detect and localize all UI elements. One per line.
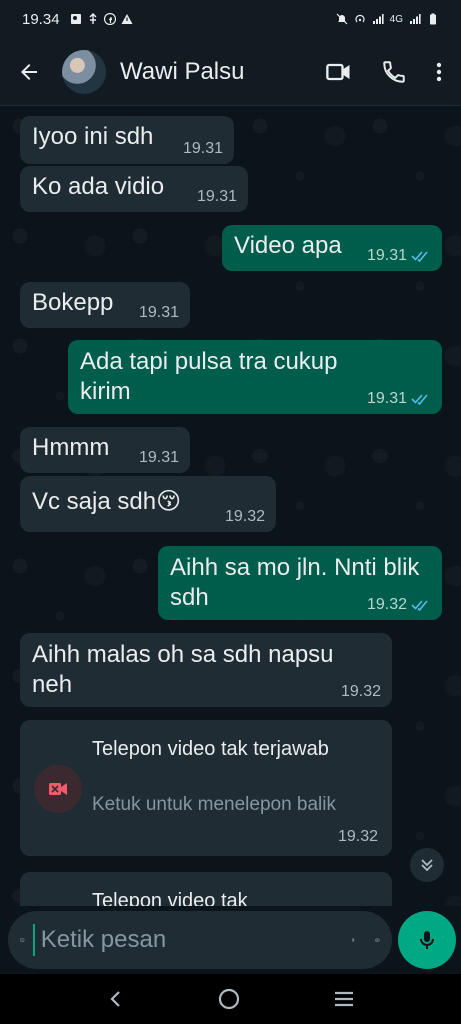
usb-icon [89,13,97,24]
contact-card-icon [70,14,81,24]
message-incoming[interactable]: Vc saja sdh😚 19.32 [20,476,276,532]
message-outgoing[interactable]: Video apa 19.31 [222,225,442,271]
signal-icon [372,14,384,24]
camera-icon[interactable] [375,926,380,954]
system-nav-bar [0,974,461,1024]
message-incoming[interactable]: Ko ada vidio 19.31 [20,166,248,212]
message-incoming[interactable]: Aihh malas oh sa sdh napsu neh 19.32 [20,633,392,707]
message-incoming[interactable]: Bokepp 19.31 [20,282,190,328]
chat-messages[interactable]: Iyoo ini sdh 19.31 Ko ada vidio 19.31 Vi… [0,106,461,906]
missed-video-call-card[interactable]: Telepon video tak terjawab Ketuk untuk m… [20,720,392,856]
chat-header: Wawi Palsu [0,38,461,106]
message-outgoing[interactable]: Aihh sa mo jln. Nnti blik sdh 19.32 [158,546,442,620]
message-time: 19.31 [138,304,179,321]
missed-video-call-card[interactable]: Telepon video tak [20,872,392,906]
video-call-icon[interactable] [325,58,353,86]
system-icons: 4G [336,13,439,25]
message-time: 19.32 [367,596,431,614]
microphone-icon [420,931,434,949]
call-subtitle: Ketuk untuk menelepon balik [92,794,336,815]
missed-video-call-icon [34,765,82,813]
back-button[interactable] [0,38,58,106]
notification-icons [70,13,133,25]
warning-icon [121,14,133,24]
read-receipt-icon [411,394,428,405]
message-time: 19.31 [367,390,431,408]
message-time: 19.31 [196,188,237,205]
nav-back-icon[interactable] [105,988,127,1010]
message-incoming[interactable]: Hmmm 19.31 [20,427,190,473]
avatar[interactable] [62,49,106,94]
battery-icon [430,13,436,25]
message-text: Ada tapi pulsa tra cukup kirim [80,348,338,405]
phone-icon[interactable] [381,59,407,85]
signal-icon [410,14,421,24]
nav-home-icon[interactable] [217,987,241,1011]
contact-name[interactable]: Wawi Palsu [120,58,244,86]
status-time: 19.34 [22,10,60,28]
sticker-icon[interactable] [20,926,25,954]
read-receipt-icon [411,251,428,262]
message-time: 19.32 [224,508,265,525]
attach-icon[interactable] [351,927,355,953]
message-time: 19.32 [340,683,381,700]
header-actions [325,58,461,86]
message-text: Aihh malas oh sa sdh napsu neh [32,641,334,698]
read-receipt-icon [411,600,428,611]
network-type: 4G [389,13,403,25]
hotspot-icon [355,14,365,23]
scroll-to-bottom-button[interactable] [410,848,444,882]
message-incoming[interactable]: Iyoo ini sdh 19.31 [20,116,234,164]
message-time: 19.31 [367,247,431,265]
call-title: Telepon video tak [92,890,248,906]
back-arrow-icon [21,63,37,80]
voice-message-button[interactable] [398,911,456,969]
message-time: 19.31 [182,140,223,157]
status-bar: 19.34 4G [0,0,461,38]
nav-recents-icon[interactable] [332,988,356,1010]
more-options-icon[interactable] [435,60,443,84]
mute-icon [336,13,348,25]
call-time: 19.32 [337,828,378,845]
message-time: 19.31 [138,449,179,466]
call-title: Telepon video tak terjawab [92,738,329,760]
message-input[interactable] [32,924,351,956]
chevron-double-down-icon [421,859,433,872]
message-outgoing[interactable]: Ada tapi pulsa tra cukup kirim 19.31 [68,340,442,414]
facebook-icon [103,13,116,25]
message-composer [8,911,392,969]
